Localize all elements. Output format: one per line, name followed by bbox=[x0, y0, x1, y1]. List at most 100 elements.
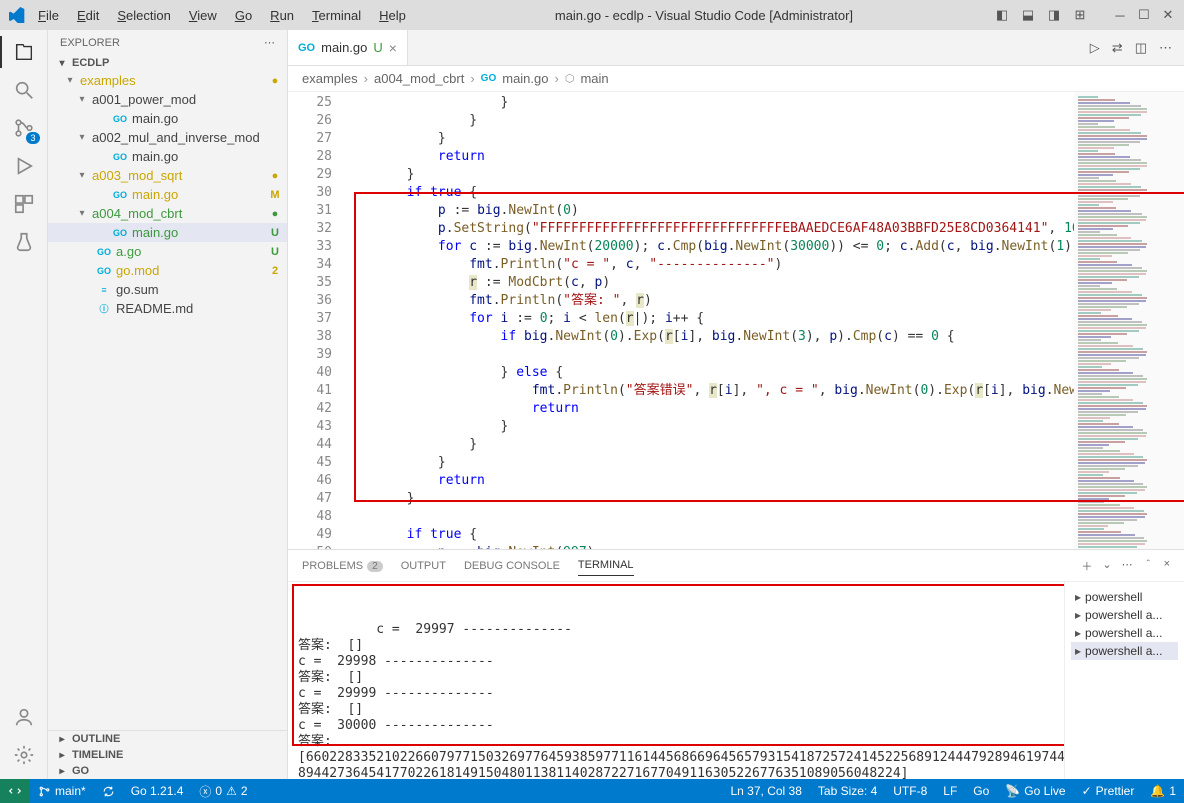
prettier[interactable]: ✓ Prettier bbox=[1074, 784, 1143, 798]
workspace-root[interactable]: ▾ECDLP bbox=[48, 55, 287, 71]
toggle-sidebar-icon[interactable]: ◧ bbox=[994, 7, 1010, 23]
tab-output[interactable]: OUTPUT bbox=[401, 556, 446, 576]
terminal-list-item[interactable]: ▸ powershell a... bbox=[1071, 642, 1178, 660]
go-section[interactable]: ▸GO bbox=[48, 763, 287, 779]
sync-indicator[interactable] bbox=[94, 785, 123, 798]
code-editor[interactable]: 2526272829303132333435363738394041424344… bbox=[288, 92, 1184, 549]
maximize-button[interactable]: ☐ bbox=[1136, 7, 1152, 23]
tab-problems[interactable]: PROBLEMS2 bbox=[302, 556, 383, 576]
run-debug-icon[interactable] bbox=[10, 152, 38, 180]
bottom-panel: PROBLEMS2 OUTPUT DEBUG CONSOLE TERMINAL … bbox=[288, 549, 1184, 779]
menu-terminal[interactable]: Terminal bbox=[304, 4, 369, 27]
cursor-position[interactable]: Ln 37, Col 38 bbox=[723, 784, 810, 798]
tab-terminal[interactable]: TERMINAL bbox=[578, 555, 634, 576]
branch-indicator[interactable]: main* bbox=[30, 784, 94, 798]
panel-close-icon[interactable]: × bbox=[1164, 558, 1170, 574]
code-content[interactable]: } } } return } if true { p := big.NewInt… bbox=[344, 92, 1074, 549]
vscode-icon bbox=[8, 6, 26, 24]
activity-bar: 3 bbox=[0, 30, 48, 779]
menu-bar: File Edit Selection View Go Run Terminal… bbox=[30, 4, 414, 27]
notifications[interactable]: 🔔 1 bbox=[1142, 784, 1184, 798]
split-compare-icon[interactable]: ⇄ bbox=[1112, 40, 1123, 56]
editor-tabs: GO main.go U × ▷ ⇄ ◫ ⋯ bbox=[288, 30, 1184, 66]
tree-item[interactable]: ≡go.sum bbox=[48, 280, 287, 299]
menu-go[interactable]: Go bbox=[227, 4, 260, 27]
go-version[interactable]: Go 1.21.4 bbox=[123, 784, 192, 798]
tab-status: U bbox=[373, 40, 382, 55]
menu-edit[interactable]: Edit bbox=[69, 4, 107, 27]
breadcrumb-item[interactable]: main bbox=[580, 71, 608, 86]
breadcrumb-item[interactable]: examples bbox=[302, 71, 358, 86]
symbol-icon: ⬡ bbox=[565, 72, 575, 85]
customize-layout-icon[interactable]: ⊞ bbox=[1072, 7, 1088, 23]
search-icon[interactable] bbox=[10, 76, 38, 104]
terminal-output: c = 29997 -------------- 答案: [] c = 2999… bbox=[298, 622, 1064, 779]
menu-run[interactable]: Run bbox=[262, 4, 302, 27]
explorer-more-icon[interactable]: ⋯ bbox=[264, 36, 275, 49]
more-actions-icon[interactable]: ⋯ bbox=[1159, 40, 1172, 56]
scm-icon[interactable]: 3 bbox=[10, 114, 38, 142]
breadcrumb-item[interactable]: a004_mod_cbrt bbox=[374, 71, 464, 86]
extensions-icon[interactable] bbox=[10, 190, 38, 218]
encoding[interactable]: UTF-8 bbox=[885, 784, 935, 798]
status-bar: main* Go 1.21.4 ⓧ 0 ⚠ 2 Ln 37, Col 38 Ta… bbox=[0, 779, 1184, 803]
title-bar: File Edit Selection View Go Run Terminal… bbox=[0, 0, 1184, 30]
close-button[interactable]: ✕ bbox=[1160, 7, 1176, 23]
go-file-icon: GO bbox=[481, 73, 497, 84]
terminal-list: ▸ powershell▸ powershell a...▸ powershel… bbox=[1064, 582, 1184, 779]
tab-size[interactable]: Tab Size: 4 bbox=[810, 784, 885, 798]
testing-icon[interactable] bbox=[10, 228, 38, 256]
problems-indicator[interactable]: ⓧ 0 ⚠ 2 bbox=[191, 783, 255, 800]
terminal-list-item[interactable]: ▸ powershell a... bbox=[1071, 606, 1178, 624]
tree-item[interactable]: GOmain.go bbox=[48, 147, 287, 166]
breadcrumb-item[interactable]: main.go bbox=[502, 71, 548, 86]
window-title: main.go - ecdlp - Visual Studio Code [Ad… bbox=[418, 8, 990, 23]
tree-item[interactable]: GOmain.goM bbox=[48, 185, 287, 204]
menu-help[interactable]: Help bbox=[371, 4, 414, 27]
go-live[interactable]: 📡 Go Live bbox=[997, 784, 1073, 798]
accounts-icon[interactable] bbox=[10, 703, 38, 731]
tree-item[interactable]: GOmain.go bbox=[48, 109, 287, 128]
menu-view[interactable]: View bbox=[181, 4, 225, 27]
tree-item[interactable]: ▾a001_power_mod bbox=[48, 90, 287, 109]
toggle-panel-icon[interactable]: ⬓ bbox=[1020, 7, 1036, 23]
tree-item[interactable]: GOa.goU bbox=[48, 242, 287, 261]
timeline-section[interactable]: ▸TIMELINE bbox=[48, 747, 287, 763]
run-icon[interactable]: ▷ bbox=[1090, 40, 1100, 56]
toggle-secondary-icon[interactable]: ◨ bbox=[1046, 7, 1062, 23]
terminal-list-item[interactable]: ▸ powershell bbox=[1071, 588, 1178, 606]
explorer-sidebar: EXPLORER ⋯ ▾ECDLP ▾examples●▾a001_power_… bbox=[48, 30, 288, 779]
split-editor-icon[interactable]: ◫ bbox=[1135, 40, 1147, 56]
tree-item[interactable]: ▾a002_mul_and_inverse_mod bbox=[48, 128, 287, 147]
tab-main-go[interactable]: GO main.go U × bbox=[288, 30, 408, 65]
sidebar-title: EXPLORER bbox=[60, 37, 120, 49]
minimap[interactable] bbox=[1074, 92, 1184, 549]
terminal-list-item[interactable]: ▸ powershell a... bbox=[1071, 624, 1178, 642]
minimize-button[interactable]: ─ bbox=[1112, 7, 1128, 23]
breadcrumbs[interactable]: examples› a004_mod_cbrt› GO main.go› ⬡ m… bbox=[288, 66, 1184, 92]
explorer-icon[interactable] bbox=[10, 38, 38, 66]
panel-maximize-icon[interactable]: ＾ bbox=[1143, 558, 1154, 574]
tab-close-icon[interactable]: × bbox=[389, 40, 397, 56]
new-terminal-icon[interactable]: ＋ bbox=[1081, 558, 1092, 574]
tree-item[interactable]: GOgo.mod2 bbox=[48, 261, 287, 280]
tree-item[interactable]: ▾a004_mod_cbrt● bbox=[48, 204, 287, 223]
file-tree: ▾examples●▾a001_power_modGOmain.go▾a002_… bbox=[48, 71, 287, 730]
tab-debug-console[interactable]: DEBUG CONSOLE bbox=[464, 556, 560, 576]
remote-indicator[interactable] bbox=[0, 779, 30, 803]
menu-file[interactable]: File bbox=[30, 4, 67, 27]
editor-area: GO main.go U × ▷ ⇄ ◫ ⋯ examples› a004_mo… bbox=[288, 30, 1184, 779]
terminal-dropdown-icon[interactable]: ⌄ bbox=[1102, 558, 1111, 574]
settings-icon[interactable] bbox=[10, 741, 38, 769]
tab-label: main.go bbox=[321, 40, 367, 55]
language-mode[interactable]: Go bbox=[965, 784, 997, 798]
tree-item[interactable]: ▾examples● bbox=[48, 71, 287, 90]
menu-selection[interactable]: Selection bbox=[109, 4, 178, 27]
eol[interactable]: LF bbox=[935, 784, 965, 798]
terminal[interactable]: c = 29997 -------------- 答案: [] c = 2999… bbox=[288, 582, 1064, 779]
tree-item[interactable]: GOmain.goU bbox=[48, 223, 287, 242]
panel-more-icon[interactable]: ⋯ bbox=[1122, 558, 1133, 574]
tree-item[interactable]: ⓘREADME.md bbox=[48, 299, 287, 318]
outline-section[interactable]: ▸OUTLINE bbox=[48, 731, 287, 747]
tree-item[interactable]: ▾a003_mod_sqrt● bbox=[48, 166, 287, 185]
